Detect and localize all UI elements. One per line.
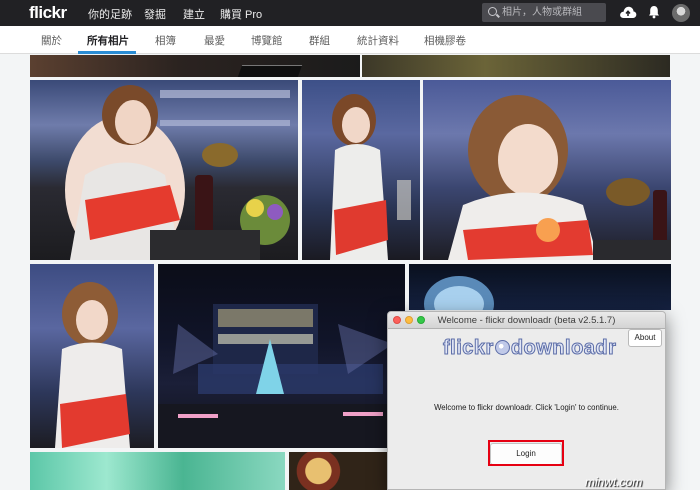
camera-brand-mark (237, 65, 303, 77)
photo-tile[interactable] (409, 264, 671, 310)
about-button[interactable]: About (628, 329, 662, 347)
photo-tile[interactable] (362, 55, 670, 77)
window-titlebar[interactable]: Welcome - flickr downloadr (beta v2.5.1.… (388, 312, 665, 329)
logo-dot-icon (494, 340, 510, 355)
avatar[interactable] (672, 4, 690, 22)
photo-tile[interactable] (30, 80, 298, 260)
photo-tile[interactable] (30, 264, 154, 448)
photo-scene (158, 304, 405, 448)
photo-tile[interactable] (423, 80, 671, 260)
photo-tile[interactable] (302, 80, 420, 260)
tab-about[interactable]: 關於 (41, 33, 62, 48)
app-logo: flickr downloadr (443, 337, 623, 361)
nav-create[interactable]: 建立 (183, 6, 205, 22)
photo-scene (448, 95, 671, 260)
nav-buy-pro[interactable]: 購買 Pro (220, 6, 262, 22)
photo-scene (55, 282, 130, 448)
search-placeholder: 相片，人物或群組 (502, 7, 582, 18)
search-input[interactable]: 相片，人物或群組 (482, 3, 606, 22)
flickr-logo[interactable]: flickr (29, 3, 67, 23)
photo-tile[interactable] (30, 452, 285, 490)
profile-tabs: 關於 所有相片 相簿 最愛 博覽館 群組 統計資料 相機膠卷 (0, 26, 700, 54)
tab-camera-roll[interactable]: 相機膠卷 (424, 33, 466, 48)
upload-cloud-icon[interactable] (619, 5, 637, 20)
photo-tile[interactable] (30, 55, 360, 77)
nav-explore[interactable]: 發掘 (144, 6, 166, 22)
search-icon (488, 7, 497, 16)
login-highlight-box (488, 440, 564, 466)
window-title: Welcome - flickr downloadr (beta v2.5.1.… (437, 315, 616, 326)
photo-tile[interactable] (289, 452, 387, 490)
welcome-message: Welcome to flickr downloadr. Click 'Logi… (434, 403, 619, 412)
tab-favorites[interactable]: 最愛 (204, 33, 225, 48)
tab-all-photos[interactable]: 所有相片 (87, 33, 129, 48)
bell-icon[interactable] (648, 5, 660, 19)
photo-scene (330, 94, 411, 260)
app-logo-part: downloadr (510, 337, 617, 360)
tab-albums[interactable]: 相簿 (155, 33, 176, 48)
top-bar: flickr 你的足跡 發掘 建立 購買 Pro 相片，人物或群組 (0, 0, 700, 26)
nav-your-trail[interactable]: 你的足跡 (88, 6, 132, 22)
tab-galleries[interactable]: 博覽館 (251, 33, 283, 48)
tab-groups[interactable]: 群組 (309, 33, 330, 48)
tab-stats[interactable]: 統計資料 (357, 33, 399, 48)
photo-scene (424, 276, 494, 310)
photo-tile[interactable] (158, 264, 405, 448)
active-tab-indicator (78, 51, 136, 54)
app-logo-part: flickr (443, 337, 494, 360)
watermark: minwt.com (585, 475, 643, 489)
photo-scene (65, 85, 290, 260)
